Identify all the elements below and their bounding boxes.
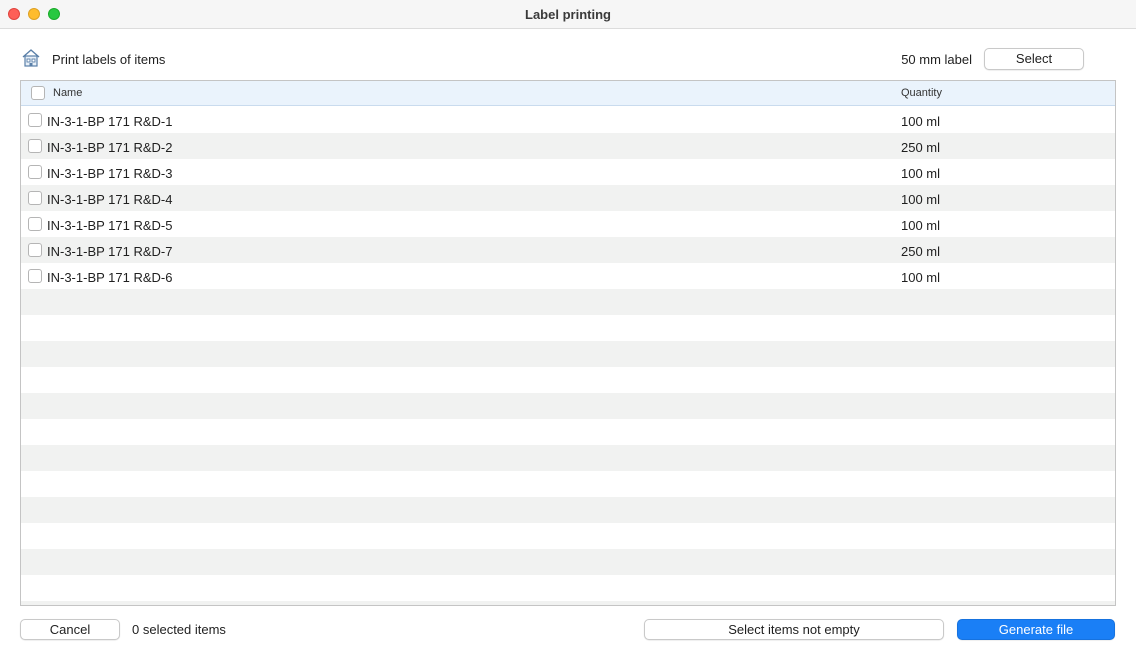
empty-row (21, 419, 1115, 445)
row-checkbox[interactable] (28, 113, 42, 127)
empty-row (21, 367, 1115, 393)
item-name: IN-3-1-BP 171 R&D-5 (47, 218, 173, 233)
label-size-text: 50 mm label (901, 52, 972, 67)
select-items-not-empty-button[interactable]: Select items not empty (644, 619, 944, 640)
item-quantity: 100 ml (901, 114, 941, 129)
table-row[interactable]: IN-3-1-BP 171 R&D-3 100 ml (21, 159, 1115, 185)
column-header-quantity[interactable]: Quantity (901, 87, 942, 99)
cancel-button[interactable]: Cancel (20, 619, 120, 640)
house-labels-icon (21, 48, 41, 68)
item-name: IN-3-1-BP 171 R&D-4 (47, 192, 173, 207)
selected-count-text: 0 selected items (132, 622, 226, 637)
item-name: IN-3-1-BP 171 R&D-7 (47, 244, 173, 259)
select-all-checkbox[interactable] (31, 86, 45, 100)
select-label-button[interactable]: Select (984, 48, 1084, 70)
empty-row (21, 601, 1115, 605)
item-quantity: 100 ml (901, 192, 941, 207)
table-body: IN-3-1-BP 171 R&D-1 100 ml IN-3-1-BP 171 R… (21, 107, 1115, 605)
item-name: IN-3-1-BP 171 R&D-1 (47, 114, 173, 129)
table-row[interactable]: IN-3-1-BP 171 R&D-7 250 ml (21, 237, 1115, 263)
table-row[interactable]: IN-3-1-BP 171 R&D-1 100 ml (21, 107, 1115, 133)
item-quantity: 100 ml (901, 270, 941, 285)
item-quantity: 250 ml (901, 244, 941, 259)
table-row[interactable]: IN-3-1-BP 171 R&D-6 100 ml (21, 263, 1115, 289)
empty-row (21, 575, 1115, 601)
item-name: IN-3-1-BP 171 R&D-6 (47, 270, 173, 285)
empty-row (21, 445, 1115, 471)
table-row[interactable]: IN-3-1-BP 171 R&D-2 250 ml (21, 133, 1115, 159)
column-header-name[interactable]: Name (53, 87, 82, 99)
empty-row (21, 497, 1115, 523)
empty-row (21, 289, 1115, 315)
item-name: IN-3-1-BP 171 R&D-3 (47, 166, 173, 181)
items-table: Name Quantity IN-3-1-BP 171 R&D-1 100 ml I… (20, 80, 1116, 606)
empty-row (21, 315, 1115, 341)
table-row[interactable]: IN-3-1-BP 171 R&D-4 100 ml (21, 185, 1115, 211)
row-checkbox[interactable] (28, 243, 42, 257)
title-bar: Label printing (0, 0, 1136, 29)
empty-row (21, 341, 1115, 367)
item-quantity: 100 ml (901, 166, 941, 181)
row-checkbox[interactable] (28, 191, 42, 205)
table-row[interactable]: IN-3-1-BP 171 R&D-5 100 ml (21, 211, 1115, 237)
item-quantity: 100 ml (901, 218, 941, 233)
page-title: Print labels of items (52, 52, 166, 67)
row-checkbox[interactable] (28, 217, 42, 231)
row-checkbox[interactable] (28, 139, 42, 153)
empty-row (21, 471, 1115, 497)
item-quantity: 250 ml (901, 140, 941, 155)
generate-file-button[interactable]: Generate file (957, 619, 1115, 640)
empty-row (21, 549, 1115, 575)
table-header: Name Quantity (21, 81, 1115, 106)
empty-row (21, 393, 1115, 419)
window-title: Label printing (525, 7, 611, 22)
empty-row (21, 523, 1115, 549)
row-checkbox[interactable] (28, 165, 42, 179)
item-name: IN-3-1-BP 171 R&D-2 (47, 140, 173, 155)
row-checkbox[interactable] (28, 269, 42, 283)
